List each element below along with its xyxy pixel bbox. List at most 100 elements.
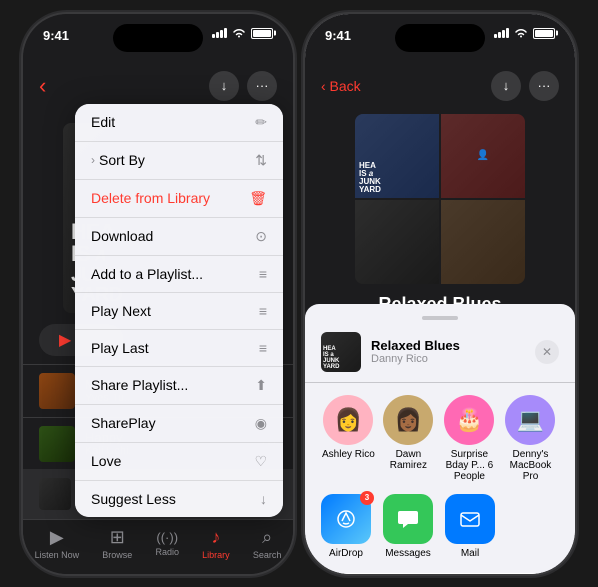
menu-item-play-last[interactable]: Play Last ≡ [75, 330, 283, 367]
browse-icon: ⊞ [110, 527, 125, 548]
more-icon: ··· [256, 78, 269, 93]
menu-item-share-playlist[interactable]: Share Playlist... ⬆ [75, 367, 283, 405]
back-button-right[interactable]: ‹ Back [321, 78, 361, 94]
battery-icon [251, 28, 273, 39]
status-icons-left [212, 28, 273, 39]
add-playlist-icon: ≡ [259, 266, 267, 282]
signal-icon [212, 28, 227, 38]
share-sheet-header: HEAIS aJUNKYARD Relaxed Blues Danny Rico… [305, 332, 575, 383]
album-grid-right: HEAIS aJUNKYARD 👤 [355, 114, 525, 284]
play-last-icon: ≡ [259, 340, 267, 356]
sort-arrow: › [91, 153, 95, 167]
status-icons-right [494, 28, 555, 39]
tab-listen-now[interactable]: ▶ Listen Now [35, 527, 80, 560]
more-button-right[interactable]: ··· [529, 71, 559, 101]
contact-name-ashley: Ashley Rico [322, 449, 375, 460]
menu-item-love[interactable]: Love ♡ [75, 443, 283, 481]
download-icon-right: ↓ [503, 78, 510, 93]
menu-item-suggest-less[interactable]: Suggest Less ↓ [75, 481, 283, 517]
menu-item-play-next[interactable]: Play Next ≡ [75, 293, 283, 330]
contact-avatar-surprise: 🎂 [444, 395, 494, 445]
tab-radio[interactable]: ((·)) Radio [155, 530, 179, 557]
love-icon: ♡ [254, 453, 267, 470]
grid-cell-1: HEAIS aJUNKYARD [355, 114, 439, 198]
download-label: Download [91, 228, 153, 244]
contact-surprise[interactable]: 🎂 Surprise Bday P... 6 People [442, 395, 497, 482]
share-sheet: HEAIS aJUNKYARD Relaxed Blues Danny Rico… [305, 304, 575, 574]
context-menu: Edit ✏ › Sort By ⇅ Delete from Library 🗑… [75, 104, 283, 517]
contact-macbook[interactable]: 💻 Denny's MacBook Pro [503, 395, 558, 482]
contact-name-dawn: Dawn Ramirez [381, 449, 436, 471]
contact-avatar-macbook: 💻 [505, 395, 555, 445]
play-last-label: Play Last [91, 340, 149, 356]
radio-icon: ((·)) [156, 530, 178, 545]
suggest-less-label: Suggest Less [91, 491, 176, 507]
search-label: Search [253, 550, 282, 560]
tab-library[interactable]: ♪ Library [202, 527, 230, 560]
share-thumbnail: HEAIS aJUNKYARD [321, 332, 361, 372]
share-subtitle: Danny Rico [371, 353, 525, 365]
radio-label: Radio [155, 547, 179, 557]
download-button-left[interactable]: ↓ [209, 71, 239, 101]
browse-label: Browse [102, 550, 132, 560]
messages-icon [383, 494, 433, 544]
battery-icon-right [533, 28, 555, 39]
share-close-button[interactable]: ✕ [535, 340, 559, 364]
contact-name-surprise: Surprise Bday P... 6 People [442, 449, 497, 482]
copy-row[interactable]: Copy ⎘ [321, 573, 559, 574]
right-phone: 9:41 [305, 14, 575, 574]
close-icon: ✕ [542, 345, 552, 359]
menu-item-shareplay[interactable]: SharePlay ◉ [75, 405, 283, 443]
back-button-left[interactable]: ‹ [39, 73, 46, 99]
listen-now-label: Listen Now [35, 550, 80, 560]
contacts-row: 👩 Ashley Rico 👩🏾 Dawn Ramirez 🎂 Surprise… [305, 383, 575, 490]
download-button-right[interactable]: ↓ [491, 71, 521, 101]
menu-item-sort[interactable]: › Sort By ⇅ [75, 142, 283, 180]
app-messages[interactable]: Messages [383, 494, 433, 559]
np-thumbnail [39, 478, 71, 510]
download-list-icon: ⊙ [255, 228, 267, 245]
dynamic-island-right [395, 24, 485, 52]
menu-item-delete[interactable]: Delete from Library 🗑 [75, 180, 283, 218]
sort-icon: ⇅ [255, 152, 267, 169]
play-next-icon: ≡ [259, 303, 267, 319]
grid-cell-2: 👤 [441, 114, 525, 198]
tab-search[interactable]: ⌕ Search [253, 527, 282, 560]
airdrop-label: AirDrop [329, 548, 363, 559]
wifi-icon-right [514, 28, 528, 38]
left-phone: 9:41 ‹ [23, 14, 293, 574]
dynamic-island [113, 24, 203, 52]
library-icon: ♪ [211, 527, 220, 548]
share-playlist-icon: ⬆ [255, 377, 267, 394]
contact-ashley[interactable]: 👩 Ashley Rico [322, 395, 375, 482]
love-label: Love [91, 453, 121, 469]
play-next-label: Play Next [91, 303, 151, 319]
share-title: Relaxed Blues [371, 338, 525, 353]
mail-icon [445, 494, 495, 544]
right-album-section: ‹ Back ↓ ··· HEAIS aJUNKYARD 👤 [305, 64, 575, 324]
more-button-left[interactable]: ··· [247, 71, 277, 101]
grid-cell-4 [441, 200, 525, 284]
edit-label: Edit [91, 114, 115, 130]
listen-now-icon: ▶ [50, 527, 64, 548]
grid-cell-3 [355, 200, 439, 284]
track-thumb-2 [39, 426, 75, 462]
signal-icon-right [494, 28, 509, 38]
tab-browse[interactable]: ⊞ Browse [102, 527, 132, 560]
app-mail[interactable]: Mail [445, 494, 495, 559]
menu-item-add-playlist[interactable]: Add to a Playlist... ≡ [75, 256, 283, 293]
tab-bar-left: ▶ Listen Now ⊞ Browse ((·)) Radio ♪ Libr… [23, 519, 293, 574]
mail-label: Mail [461, 548, 479, 559]
library-label: Library [202, 550, 230, 560]
download-icon: ↓ [221, 78, 228, 93]
menu-item-download[interactable]: Download ⊙ [75, 218, 283, 256]
app-airdrop[interactable]: 3 AirDrop [321, 494, 371, 559]
contact-dawn[interactable]: 👩🏾 Dawn Ramirez [381, 395, 436, 482]
shareplay-menu-label: SharePlay [91, 415, 156, 431]
suggest-less-icon: ↓ [260, 491, 267, 507]
shareplay-menu-icon: ◉ [255, 415, 267, 432]
add-playlist-label: Add to a Playlist... [91, 266, 203, 282]
contact-avatar-dawn: 👩🏾 [383, 395, 433, 445]
status-time-left: 9:41 [43, 28, 69, 43]
menu-item-edit[interactable]: Edit ✏ [75, 104, 283, 142]
